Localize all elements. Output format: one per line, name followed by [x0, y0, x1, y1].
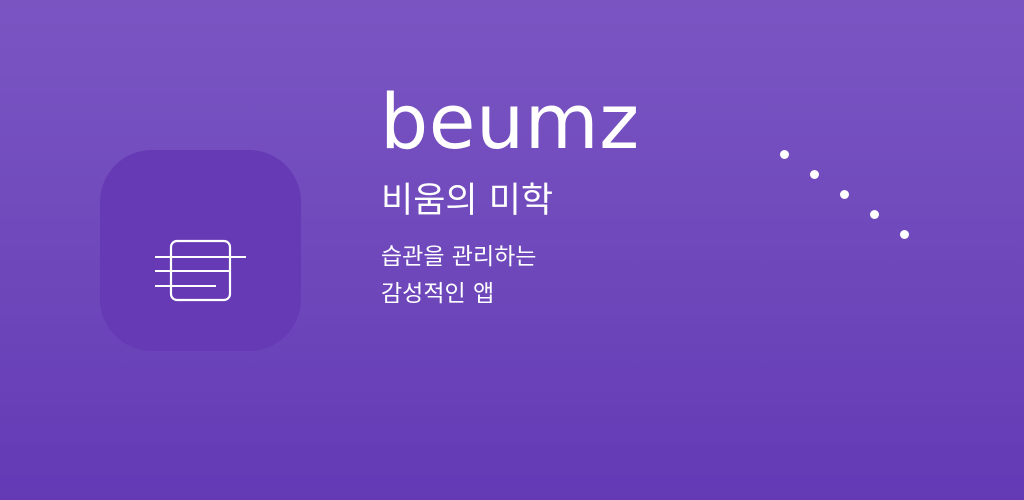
description-line-1: 습관을 관리하는 [381, 244, 537, 270]
staff-notes-icon [155, 239, 246, 302]
decorative-dot [810, 170, 819, 179]
app-tagline: 비움의 미학 [381, 181, 554, 221]
description-line-2: 감성적인 앱 [381, 281, 495, 307]
decorative-dot [900, 230, 909, 239]
app-title: beumz [380, 77, 640, 166]
decorative-dot [780, 150, 789, 159]
decorative-dot [840, 190, 849, 199]
decorative-dot [870, 210, 879, 219]
app-description: 습관을 관리하는 감성적인 앱 [381, 239, 536, 313]
app-icon-tile [100, 150, 301, 351]
